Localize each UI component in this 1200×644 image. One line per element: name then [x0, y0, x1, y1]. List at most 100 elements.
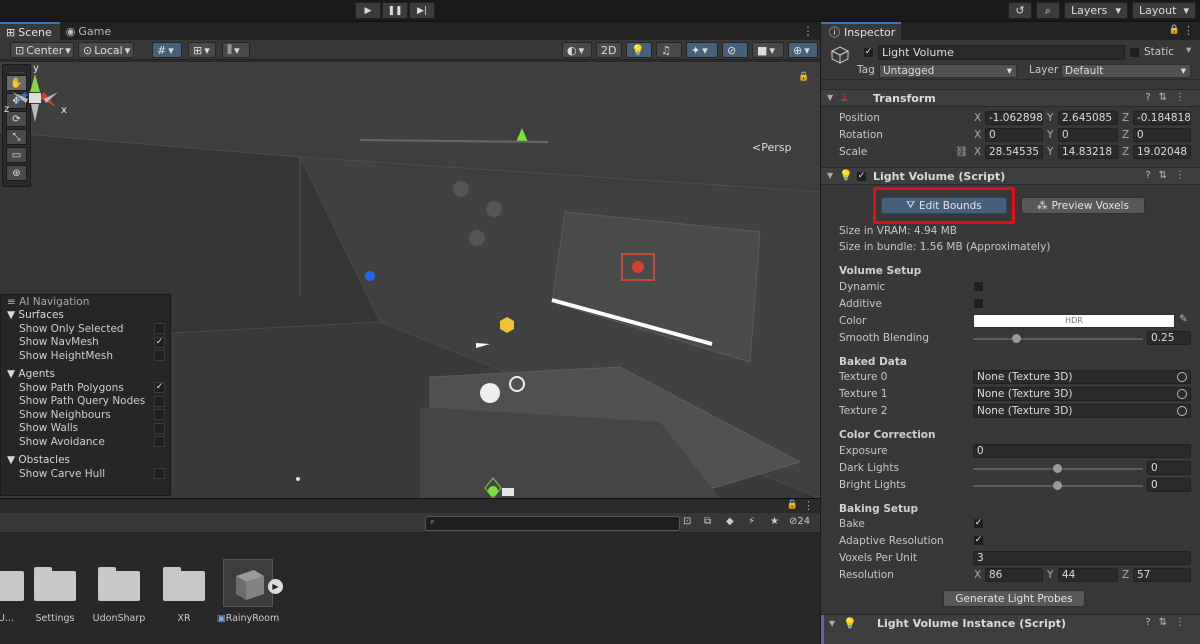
label-icon[interactable]: ◆: [726, 516, 734, 527]
ai-nav-item[interactable]: Show Path Query Nodes: [1, 395, 170, 409]
pause-button[interactable]: ❚❚: [382, 2, 408, 19]
exposure-field[interactable]: 0: [973, 444, 1191, 458]
rect-tool-button[interactable]: ▭: [6, 147, 27, 163]
tab-scene[interactable]: ⊞ Scene: [0, 22, 60, 40]
bake-checkbox[interactable]: ✓: [973, 518, 984, 529]
search-button[interactable]: ⌕: [1036, 2, 1060, 19]
layers-dropdown[interactable]: Layers ▾: [1064, 2, 1128, 19]
favorite-star-icon[interactable]: ★: [770, 516, 779, 527]
object-picker-icon[interactable]: [1177, 389, 1187, 399]
checkbox[interactable]: ✓: [154, 336, 165, 348]
play-button[interactable]: ▶: [355, 2, 381, 19]
gizmos-dropdown[interactable]: ⊕ ▾: [788, 42, 818, 58]
ai-nav-item[interactable]: Show NavMesh ✓: [1, 336, 170, 350]
scale-y-field[interactable]: 14.83218: [1058, 145, 1118, 159]
rotation-z-field[interactable]: 0: [1133, 128, 1191, 142]
position-y-field[interactable]: 2.645085: [1058, 111, 1118, 125]
audio-toggle[interactable]: ♫: [656, 42, 682, 58]
more-options-icon[interactable]: ⋮: [803, 499, 814, 512]
checkbox[interactable]: [154, 323, 165, 334]
preview-voxels-button[interactable]: ⁂ Preview Voxels: [1021, 197, 1145, 214]
lock-icon[interactable]: 🔒: [1169, 25, 1180, 35]
bright-lights-field[interactable]: 0: [1147, 478, 1191, 492]
lock-icon[interactable]: 🔒: [787, 500, 798, 510]
dark-lights-field[interactable]: 0: [1147, 461, 1191, 475]
section-agents[interactable]: ▼ Agents: [1, 368, 170, 382]
scale-z-field[interactable]: 19.02048: [1133, 145, 1191, 159]
pivot-dropdown[interactable]: ⊡ Center ▾: [10, 42, 74, 58]
active-checkbox[interactable]: ✓: [863, 47, 874, 58]
ai-nav-item[interactable]: Show Carve Hull: [1, 467, 170, 481]
light-volume-header[interactable]: ▼ 💡 ✓ Light Volume (Script) ?⇅⋮: [821, 167, 1200, 185]
asset-folder[interactable]: XR: [149, 567, 219, 624]
ai-nav-item[interactable]: Show HeightMesh: [1, 349, 170, 363]
hidden-packages-icon[interactable]: ⊘24: [789, 516, 810, 527]
fold-icon[interactable]: ▼: [829, 619, 835, 628]
smooth-blending-slider[interactable]: [973, 338, 1143, 340]
lighting-toggle[interactable]: 💡: [626, 42, 652, 58]
filter-type-icon[interactable]: ⧉: [704, 516, 711, 527]
hidden-objects-toggle[interactable]: ⊘: [722, 42, 748, 58]
texture-0-field[interactable]: None (Texture 3D): [973, 370, 1191, 384]
checkbox[interactable]: [154, 422, 165, 434]
object-picker-icon[interactable]: [1177, 406, 1187, 416]
rotation-x-field[interactable]: 0: [985, 128, 1043, 142]
layer-dropdown[interactable]: Default ▾: [1061, 64, 1191, 78]
ai-nav-item[interactable]: Show Path Polygons ✓: [1, 381, 170, 395]
voxels-per-unit-field[interactable]: 3: [973, 551, 1191, 565]
ai-nav-title[interactable]: ≡ AI Navigation: [1, 295, 170, 309]
position-x-field[interactable]: -1.062898: [985, 111, 1043, 125]
component-header-icons[interactable]: ?⇅⋮: [1145, 170, 1193, 181]
constrain-proportions-icon[interactable]: ⛓: [955, 145, 968, 158]
checkbox[interactable]: [154, 436, 165, 447]
static-dropdown-icon[interactable]: ▾: [1186, 44, 1191, 56]
asset-folder[interactable]: Settings: [20, 567, 90, 624]
lock-icon[interactable]: 🔒: [798, 72, 809, 82]
asset-folder[interactable]: UdonSharp: [84, 567, 154, 624]
component-enabled-checkbox[interactable]: ✓: [856, 171, 867, 182]
slider-knob[interactable]: [1053, 464, 1062, 473]
checkbox[interactable]: [154, 409, 165, 420]
2d-toggle[interactable]: 2D: [596, 42, 622, 58]
checkbox[interactable]: [154, 350, 165, 361]
additive-checkbox[interactable]: [973, 298, 984, 309]
step-button[interactable]: ▶|: [409, 2, 435, 19]
generate-light-probes-button[interactable]: Generate Light Probes: [943, 590, 1085, 607]
resolution-y-field[interactable]: 44: [1058, 568, 1118, 582]
tab-game[interactable]: ◉ Game: [60, 22, 119, 40]
checkbox[interactable]: [154, 395, 165, 407]
ai-nav-item[interactable]: Show Avoidance: [1, 435, 170, 449]
projection-label[interactable]: <Persp: [752, 141, 791, 154]
more-options-icon[interactable]: ⋮: [1183, 24, 1194, 37]
component-header-icons[interactable]: ?⇅⋮: [1145, 92, 1193, 103]
search-by-type-icon[interactable]: ⊡: [683, 516, 691, 527]
increment-snap-toggle[interactable]: ⫼ ▾: [222, 42, 250, 58]
object-picker-icon[interactable]: [1177, 372, 1187, 382]
tag-dropdown[interactable]: Untagged ▾: [879, 64, 1017, 78]
section-obstacles[interactable]: ▼ Obstacles: [1, 454, 170, 468]
more-options-icon[interactable]: ⋮: [802, 24, 814, 38]
rotation-y-field[interactable]: 0: [1058, 128, 1118, 142]
section-surfaces[interactable]: ▼ Surfaces: [1, 309, 170, 323]
checkbox[interactable]: ✓: [154, 382, 165, 393]
smooth-blending-field[interactable]: 0.25: [1147, 331, 1191, 345]
history-button[interactable]: ↺: [1008, 2, 1032, 19]
component-header-icons[interactable]: ?⇅⋮: [1145, 617, 1193, 628]
draw-mode-dropdown[interactable]: ◐ ▾: [562, 42, 592, 58]
transform-header[interactable]: ▼ ⟂ Transform ?⇅⋮: [821, 89, 1200, 107]
resolution-x-field[interactable]: 86: [985, 568, 1043, 582]
object-name-field[interactable]: Light Volume: [878, 45, 1125, 60]
checkbox[interactable]: [154, 468, 165, 479]
static-checkbox[interactable]: [1129, 47, 1140, 58]
scene-viewport[interactable]: ✋ ✥ ⟳ ⤡ ▭ ⊛ y x z 🔒 <Persp ≡ AI Navigati…: [0, 62, 820, 498]
texture-2-field[interactable]: None (Texture 3D): [973, 404, 1191, 418]
search-scope-icon[interactable]: ⚡: [748, 516, 755, 527]
slider-knob[interactable]: [1011, 334, 1021, 343]
position-z-field[interactable]: -0.1848183: [1133, 111, 1191, 125]
adaptive-resolution-checkbox[interactable]: ✓: [973, 535, 984, 546]
texture-1-field[interactable]: None (Texture 3D): [973, 387, 1191, 401]
dynamic-checkbox[interactable]: [973, 281, 984, 292]
transform-tool-button[interactable]: ⊛: [6, 165, 27, 181]
resolution-z-field[interactable]: 57: [1133, 568, 1191, 582]
eyedropper-icon[interactable]: ✎: [1179, 313, 1188, 325]
